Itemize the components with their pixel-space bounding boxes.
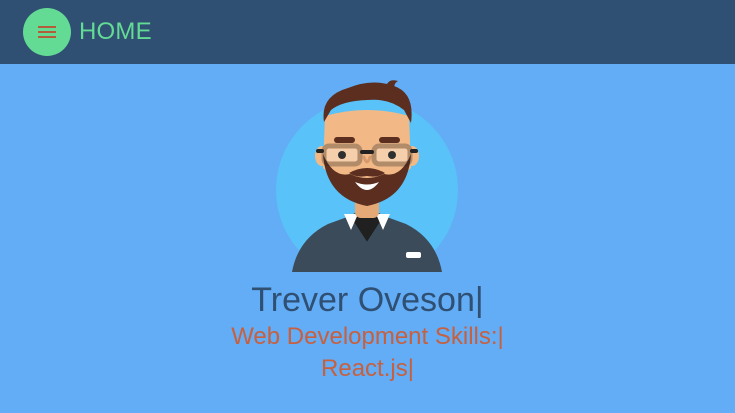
- hamburger-icon: [38, 26, 56, 38]
- typing-cursor: |: [474, 281, 484, 319]
- typing-cursor: |: [497, 323, 504, 350]
- current-skill: React.js|: [0, 354, 735, 384]
- menu-button[interactable]: [23, 8, 71, 56]
- home-title[interactable]: HOME: [79, 17, 152, 47]
- skills-heading-text: Web Development Skills:: [231, 323, 498, 350]
- typing-cursor: |: [407, 355, 414, 382]
- profile-name: Trever Oveson|: [0, 279, 735, 321]
- current-skill-text: React.js: [321, 355, 408, 382]
- profile-name-text: Trever Oveson: [251, 281, 475, 319]
- top-navbar: HOME: [0, 0, 735, 64]
- skills-heading: Web Development Skills:|: [0, 322, 735, 352]
- profile-avatar: [276, 80, 458, 272]
